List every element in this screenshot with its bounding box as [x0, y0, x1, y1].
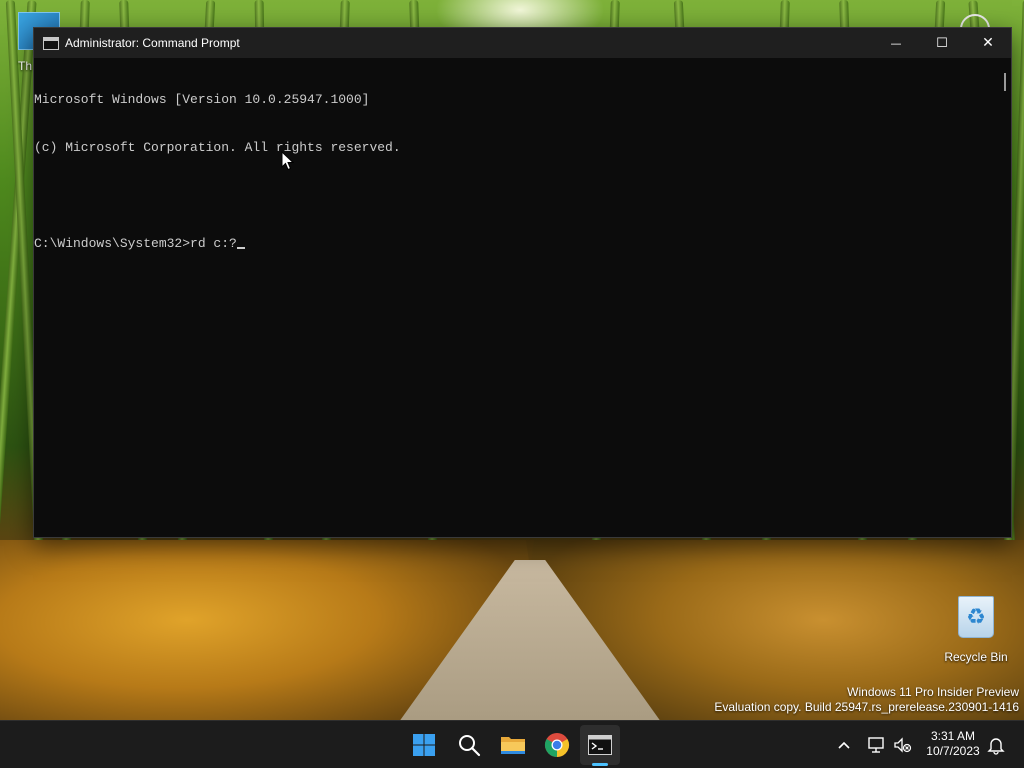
- console-line: Microsoft Windows [Version 10.0.25947.10…: [34, 92, 370, 107]
- desktop-shortcut-label: Th: [18, 59, 33, 73]
- command-prompt-app-icon[interactable]: [43, 36, 59, 50]
- clock-date: 10/7/2023: [926, 744, 980, 758]
- minimize-icon: —: [890, 36, 902, 50]
- text-cursor: [236, 247, 245, 249]
- command-prompt-window[interactable]: Administrator: Command Prompt — ☐ ✕ Micr…: [33, 27, 1012, 538]
- command-prompt-taskbar-button[interactable]: [580, 725, 620, 765]
- search-button[interactable]: [449, 725, 489, 765]
- close-button[interactable]: ✕: [965, 28, 1011, 58]
- console-line: (c) Microsoft Corporation. All rights re…: [34, 140, 401, 155]
- minimize-button[interactable]: —: [873, 28, 919, 58]
- console-prompt-line[interactable]: C:\Windows\System32>rd c:?: [34, 236, 1011, 252]
- window-titlebar[interactable]: Administrator: Command Prompt — ☐ ✕: [34, 28, 1011, 58]
- console-output[interactable]: Microsoft Windows [Version 10.0.25947.10…: [34, 58, 1011, 537]
- recycle-bin-icon: ♻: [958, 596, 994, 638]
- mouse-pointer-icon: [281, 151, 295, 171]
- watermark-line-2: Evaluation copy. Build 25947.rs_prerelea…: [714, 700, 1019, 714]
- chrome-button[interactable]: [537, 725, 577, 765]
- start-button[interactable]: [404, 725, 444, 765]
- chrome-icon: [544, 733, 570, 757]
- close-icon: ✕: [982, 35, 994, 51]
- file-explorer-button[interactable]: [493, 725, 533, 765]
- scrollbar-thumb[interactable]: [1004, 73, 1006, 91]
- windows-start-icon: [413, 734, 435, 756]
- recycle-bin[interactable]: ♻ Recycle Bin: [940, 596, 1012, 664]
- volume-muted-icon[interactable]: [892, 735, 912, 755]
- network-icon[interactable]: [866, 735, 886, 755]
- taskbar: 3:31 AM 10/7/2023: [0, 720, 1024, 768]
- clock-time: 3:31 AM: [930, 729, 976, 743]
- vertical-scrollbar[interactable]: [997, 58, 1011, 537]
- watermark-line-1: Windows 11 Pro Insider Preview: [847, 685, 1019, 699]
- maximize-icon: ☐: [936, 35, 948, 51]
- maximize-button[interactable]: ☐: [919, 28, 965, 58]
- evaluation-watermark: Windows 11 Pro Insider Preview Evaluatio…: [714, 685, 1019, 715]
- console-command-text: C:\Windows\System32>rd c:?: [34, 236, 237, 251]
- system-clock[interactable]: 3:31 AM 10/7/2023: [918, 729, 988, 759]
- command-prompt-icon: [588, 735, 612, 755]
- file-explorer-icon: [501, 737, 525, 754]
- active-app-indicator: [592, 763, 608, 766]
- recycle-bin-label: Recycle Bin: [944, 650, 1008, 664]
- window-title: Administrator: Command Prompt: [65, 36, 240, 50]
- show-hidden-icons-chevron-icon[interactable]: [834, 735, 854, 755]
- search-icon: [459, 735, 481, 757]
- notification-bell-icon[interactable]: [986, 735, 1006, 755]
